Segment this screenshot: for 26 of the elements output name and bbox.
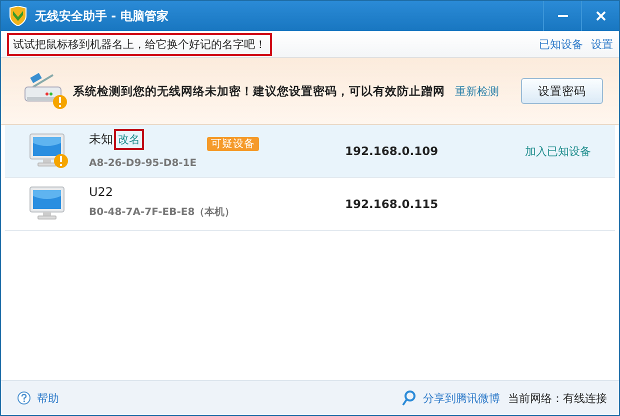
router-warning-icon (23, 73, 67, 109)
help-link[interactable]: 帮助 (17, 390, 59, 406)
add-known-link[interactable]: 加入已知设备 (525, 144, 591, 158)
ip-address: 192.168.0.115 (345, 197, 440, 211)
device-row[interactable]: 未知 改名 A8-26-D9-95-D8-1E 可疑设备 192.168.0.109 加入已知设备 (5, 125, 615, 178)
close-icon (594, 10, 606, 22)
device-row[interactable]: U22 B0-48-7A-7F-EB-E8（本机） 192.168.0.115 (5, 178, 615, 231)
device-name[interactable]: 未知 (89, 130, 113, 148)
mac-address: B0-48-7A-7F-EB-E8（本机） (89, 206, 236, 220)
minimize-icon (558, 15, 568, 17)
warning-message: 系统检测到您的无线网络未加密！建议您设置密码，可以有效防止蹭网 (73, 84, 445, 98)
share-link[interactable]: 分享到腾讯微博 (401, 390, 500, 406)
shield-logo-icon (9, 6, 27, 26)
network-status: 当前网络：有线连接 (508, 390, 607, 406)
toolbar-link[interactable]: 设置 (591, 36, 613, 52)
suspicious-badge: 可疑设备 (207, 137, 259, 151)
recheck-link[interactable]: 重新检测 (455, 84, 499, 98)
help-icon (17, 391, 31, 405)
rename-link[interactable]: 改名 (114, 128, 144, 150)
device-name[interactable]: U22 (89, 185, 114, 199)
set-password-button[interactable]: 设置密码 (521, 78, 603, 104)
toolbar-link[interactable]: 已知设备 (539, 36, 583, 52)
ip-address: 192.168.0.109 (345, 144, 440, 158)
mac-address: A8-26-D9-95-D8-1E (89, 156, 198, 170)
window-title: 无线安全助手 - 电脑管家 (35, 8, 168, 24)
hint-text: 试试把鼠标移到机器名上，给它换个好记的名字吧！ (7, 32, 272, 56)
